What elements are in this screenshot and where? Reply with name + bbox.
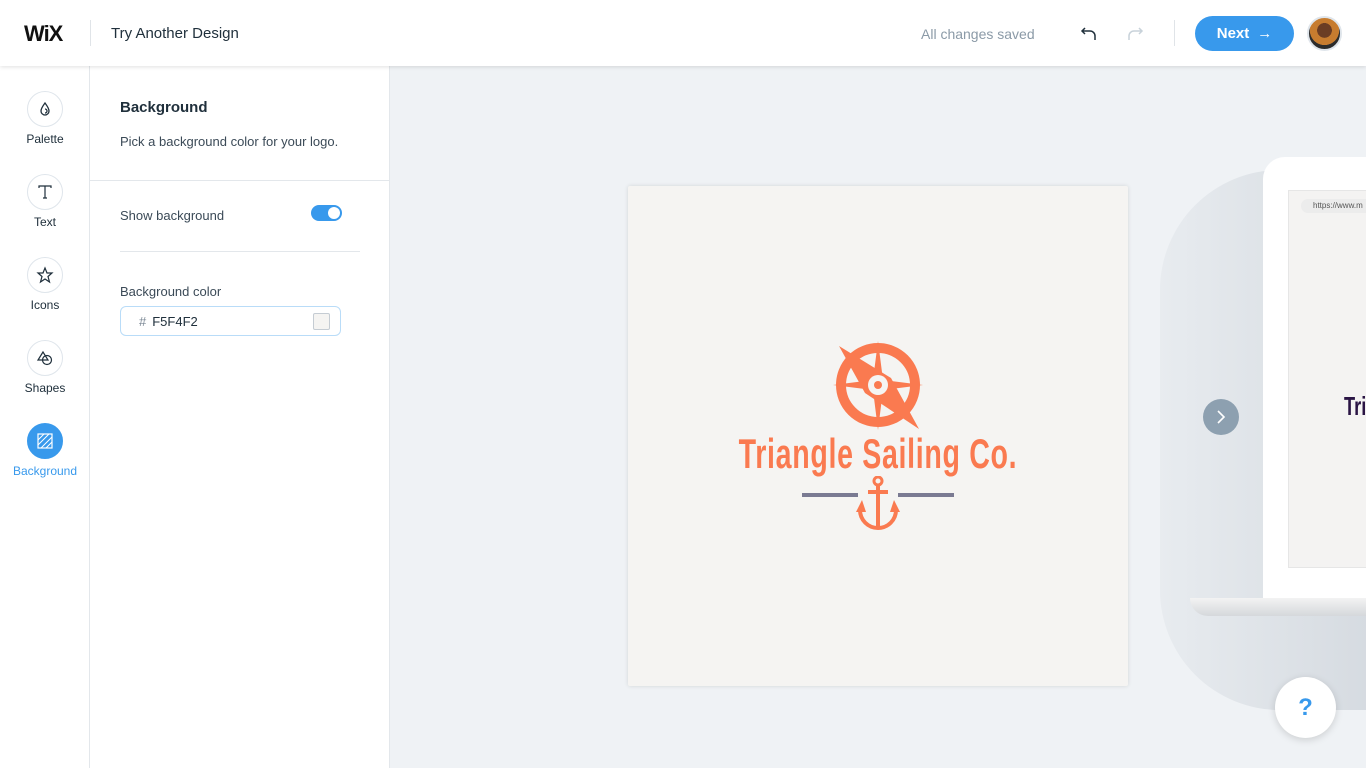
next-button[interactable]: Next → [1195, 16, 1294, 51]
preview-brand: Tri [1344, 391, 1366, 421]
anchor-icon [802, 476, 954, 530]
text-icon [38, 185, 52, 199]
chevron-right-icon [1217, 410, 1226, 424]
shapes-icon [36, 350, 53, 366]
nav-label: Shapes [24, 381, 66, 395]
color-value: F5F4F2 [152, 313, 198, 329]
next-label: Next [1216, 25, 1250, 42]
logo-canvas[interactable]: Triangle Sailing Co. [628, 186, 1128, 686]
nav-label: Text [33, 215, 56, 229]
wix-logo[interactable]: WiX [24, 21, 63, 47]
try-another-design-link[interactable]: Try Another Design [111, 25, 239, 42]
background-icon [37, 433, 53, 449]
hash-symbol: # [139, 313, 147, 329]
arrow-right-icon: → [1257, 25, 1273, 42]
divider [90, 20, 91, 46]
background-panel: Background Pick a background color for y… [90, 66, 390, 768]
nav-label: Palette [26, 132, 64, 146]
show-background-label: Show background [120, 208, 225, 223]
panel-description: Pick a background color for your logo. [120, 134, 339, 149]
background-color-label: Background color [120, 284, 222, 299]
star-icon [36, 266, 54, 284]
show-background-toggle[interactable] [311, 205, 342, 221]
background-color-input[interactable]: # F5F4F2 [120, 306, 341, 336]
divider [1174, 20, 1175, 46]
preview-url: https://www.m [1301, 199, 1366, 213]
nav-item-icons[interactable]: Icons [0, 257, 90, 312]
nav-label: Icons [30, 298, 60, 312]
top-bar: WiX Try Another Design All changes saved… [0, 0, 1366, 66]
compass-icon [833, 341, 923, 430]
laptop-base [1190, 598, 1366, 616]
nav-item-text[interactable]: Text [0, 174, 90, 229]
nav-item-shapes[interactable]: Shapes [0, 340, 90, 395]
undo-icon[interactable] [1078, 22, 1100, 44]
drop-icon [40, 101, 50, 116]
color-swatch[interactable] [313, 313, 330, 330]
brand-name[interactable]: Triangle Sailing Co. [708, 430, 1048, 478]
save-status: All changes saved [921, 26, 1035, 42]
nav-label: Background [12, 464, 78, 478]
divider [120, 251, 360, 252]
nav-item-background[interactable]: Background [0, 423, 90, 478]
preview-screen: https://www.m Tri [1288, 190, 1366, 568]
panel-title: Background [120, 99, 208, 116]
next-preview-button[interactable] [1203, 399, 1239, 435]
redo-icon[interactable] [1124, 22, 1146, 44]
left-nav: Palette Text Icons Shapes Background [0, 66, 90, 768]
avatar[interactable] [1307, 16, 1342, 51]
nav-item-palette[interactable]: Palette [0, 91, 90, 146]
help-button[interactable]: ? [1275, 677, 1336, 738]
divider [90, 180, 390, 181]
